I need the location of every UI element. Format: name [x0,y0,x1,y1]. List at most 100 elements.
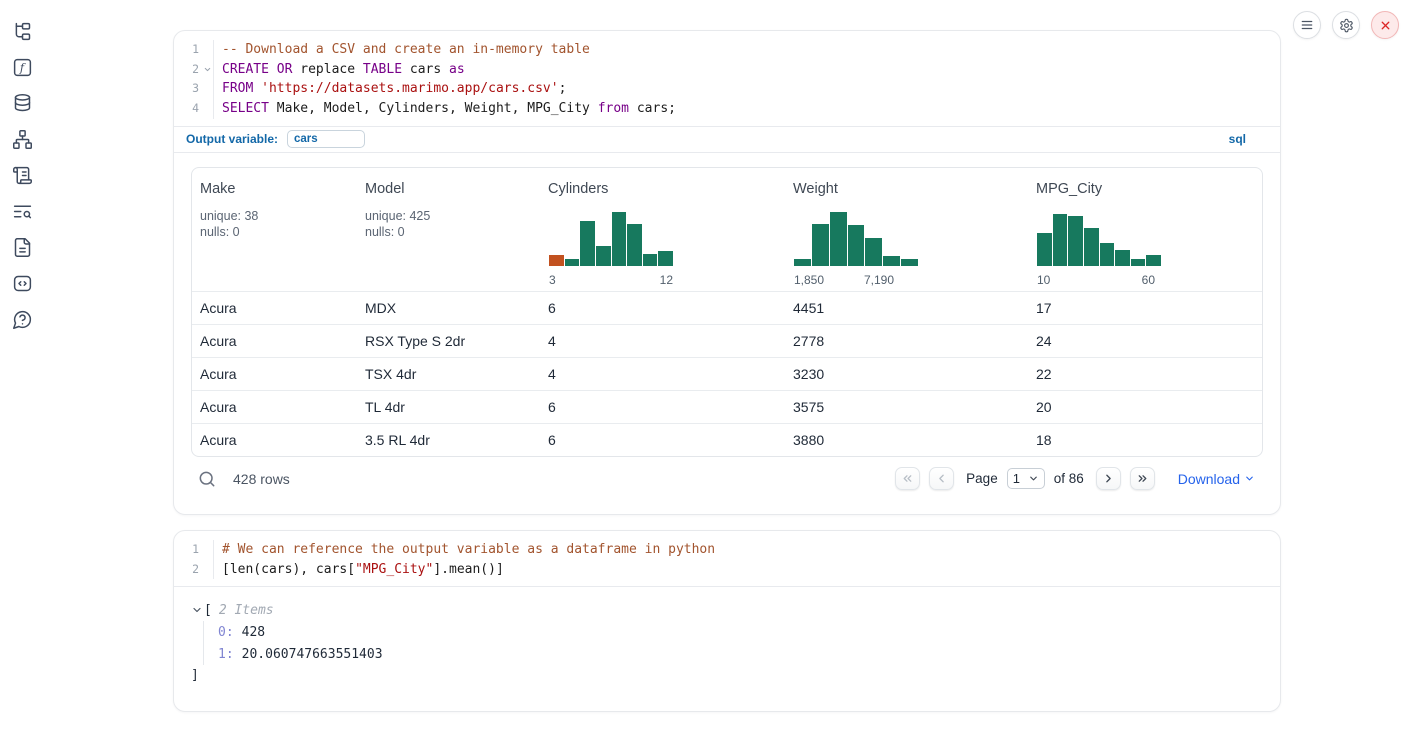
page-label: Page [966,471,998,486]
menu-icon[interactable] [1293,11,1321,39]
page-of-label: of 86 [1054,471,1084,486]
histogram-bar [812,224,829,266]
pagination: Page 1 of 86 Download [895,467,1263,490]
settings-icon[interactable] [1332,11,1360,39]
code-text: [len(cars), cars["MPG_City"].mean()] [214,560,504,580]
table-row[interactable]: Acura3.5 RL 4dr6388018 [192,423,1262,456]
histogram-bar [794,259,811,266]
line-number: 2 [174,60,201,80]
chevron-down-icon [1244,473,1255,484]
logs-icon[interactable] [12,165,33,186]
column-header-mpg_city[interactable]: MPG_City 1060 [1028,168,1262,291]
histogram-bar [643,254,658,266]
table-row[interactable]: AcuraTSX 4dr4323022 [192,357,1262,390]
variables-icon[interactable]: f [12,57,33,78]
table-cell: 3880 [785,424,1028,456]
code-text: FROM 'https://datasets.marimo.app/cars.c… [214,79,566,99]
page-select[interactable]: 1 [1007,468,1045,489]
datasources-icon[interactable] [12,93,33,114]
column-name: Make [200,181,349,197]
table-cell: 4451 [785,292,1028,324]
output-list-item: 0:428 [218,621,1263,643]
download-button[interactable]: Download [1178,471,1255,487]
last-page-button[interactable] [1130,467,1155,490]
item-value: 428 [242,625,265,640]
sql-cell: 1-- Download a CSV and create an in-memo… [173,30,1281,515]
histogram-bar [901,259,918,266]
histogram-bar [1053,214,1068,266]
histogram-bar [658,251,673,266]
next-page-button[interactable] [1096,467,1121,490]
histogram-bar [1131,259,1146,266]
table-row[interactable]: AcuraRSX Type S 2dr4277824 [192,324,1262,357]
output-list-item: 1: 20.060747663551403 [218,643,1263,665]
column-name: MPG_City [1036,181,1254,197]
fold-chevron-icon[interactable] [201,65,213,74]
output-variable-label: Output variable: [186,132,278,146]
table-cell: 17 [1028,292,1262,324]
output-variable-input[interactable] [287,130,365,148]
table-footer: 428 rows Page 1 of 86 [191,458,1263,500]
histogram-axis-labels: 1,8507,190 [794,273,918,287]
table-cell: 4 [540,325,785,357]
code-line: 1-- Download a CSV and create an in-memo… [174,40,1280,60]
snippets-icon[interactable] [12,273,33,294]
line-number: 1 [174,540,201,560]
row-count: 428 rows [233,471,290,487]
documentation-icon[interactable] [12,237,33,258]
table-cell: 24 [1028,325,1262,357]
code-line: 3FROM 'https://datasets.marimo.app/cars.… [174,79,1280,99]
histogram-bar [1100,243,1115,266]
column-header-cylinders[interactable]: Cylinders312 [540,168,785,291]
gutter: 3 [174,79,214,99]
code-text: # We can reference the output variable a… [214,540,715,560]
close-icon[interactable] [1371,11,1399,39]
table-body: AcuraMDX6445117AcuraRSX Type S 2dr427782… [192,291,1262,456]
table-cell: 20 [1028,391,1262,423]
column-name: Model [365,181,532,197]
python-cell: 1 # We can reference the output variable … [173,530,1281,712]
sql-output-section: Makeunique: 38nulls: 0Modelunique: 425nu… [174,153,1280,500]
histogram-bar [1068,216,1083,266]
search-logs-icon[interactable] [12,201,33,222]
table-cell: 3575 [785,391,1028,423]
code-line: 2 CREATE OR replace TABLE cars as [174,60,1280,80]
dependency-graph-icon[interactable] [12,129,33,150]
table-cell: 4 [540,358,785,390]
search-icon[interactable] [197,469,217,489]
column-header-model[interactable]: Modelunique: 425nulls: 0 [357,168,540,291]
gutter: 2 [174,560,214,580]
table-row[interactable]: AcuraTL 4dr6357520 [192,390,1262,423]
table-cell: 6 [540,391,785,423]
chevron-down-icon [1028,473,1039,484]
table-cell: TL 4dr [357,391,540,423]
table-cell: 3.5 RL 4dr [357,424,540,456]
item-index: 1: [218,647,234,662]
file-tree-icon[interactable] [12,21,33,42]
table-cell: TSX 4dr [357,358,540,390]
table-cell: 18 [1028,424,1262,456]
collapse-chevron-icon[interactable] [191,604,203,616]
code-text: CREATE OR replace TABLE cars as [214,60,465,80]
item-value: 20.060747663551403 [242,647,383,662]
code-text: SELECT Make, Model, Cylinders, Weight, M… [214,99,676,119]
help-icon[interactable] [12,309,33,330]
table-row[interactable]: AcuraMDX6445117 [192,291,1262,324]
first-page-button[interactable] [895,467,920,490]
page-select-value: 1 [1013,471,1020,486]
histogram-axis-labels: 312 [549,273,673,287]
column-header-make[interactable]: Makeunique: 38nulls: 0 [192,168,357,291]
column-histogram [1037,212,1161,266]
column-header-weight[interactable]: Weight1,8507,190 [785,168,1028,291]
sql-code-editor[interactable]: 1-- Download a CSV and create an in-memo… [174,31,1280,126]
window-controls [1293,11,1399,39]
table-cell: 3230 [785,358,1028,390]
table-cell: 6 [540,424,785,456]
python-code-editor[interactable]: 1 # We can reference the output variable … [174,531,1280,587]
histogram-axis-labels: 1060 [1037,273,1161,287]
gutter: 2 [174,60,214,80]
histogram-bar [565,259,580,266]
line-number: 1 [174,40,201,60]
prev-page-button[interactable] [929,467,954,490]
gutter: 1 [174,540,214,560]
